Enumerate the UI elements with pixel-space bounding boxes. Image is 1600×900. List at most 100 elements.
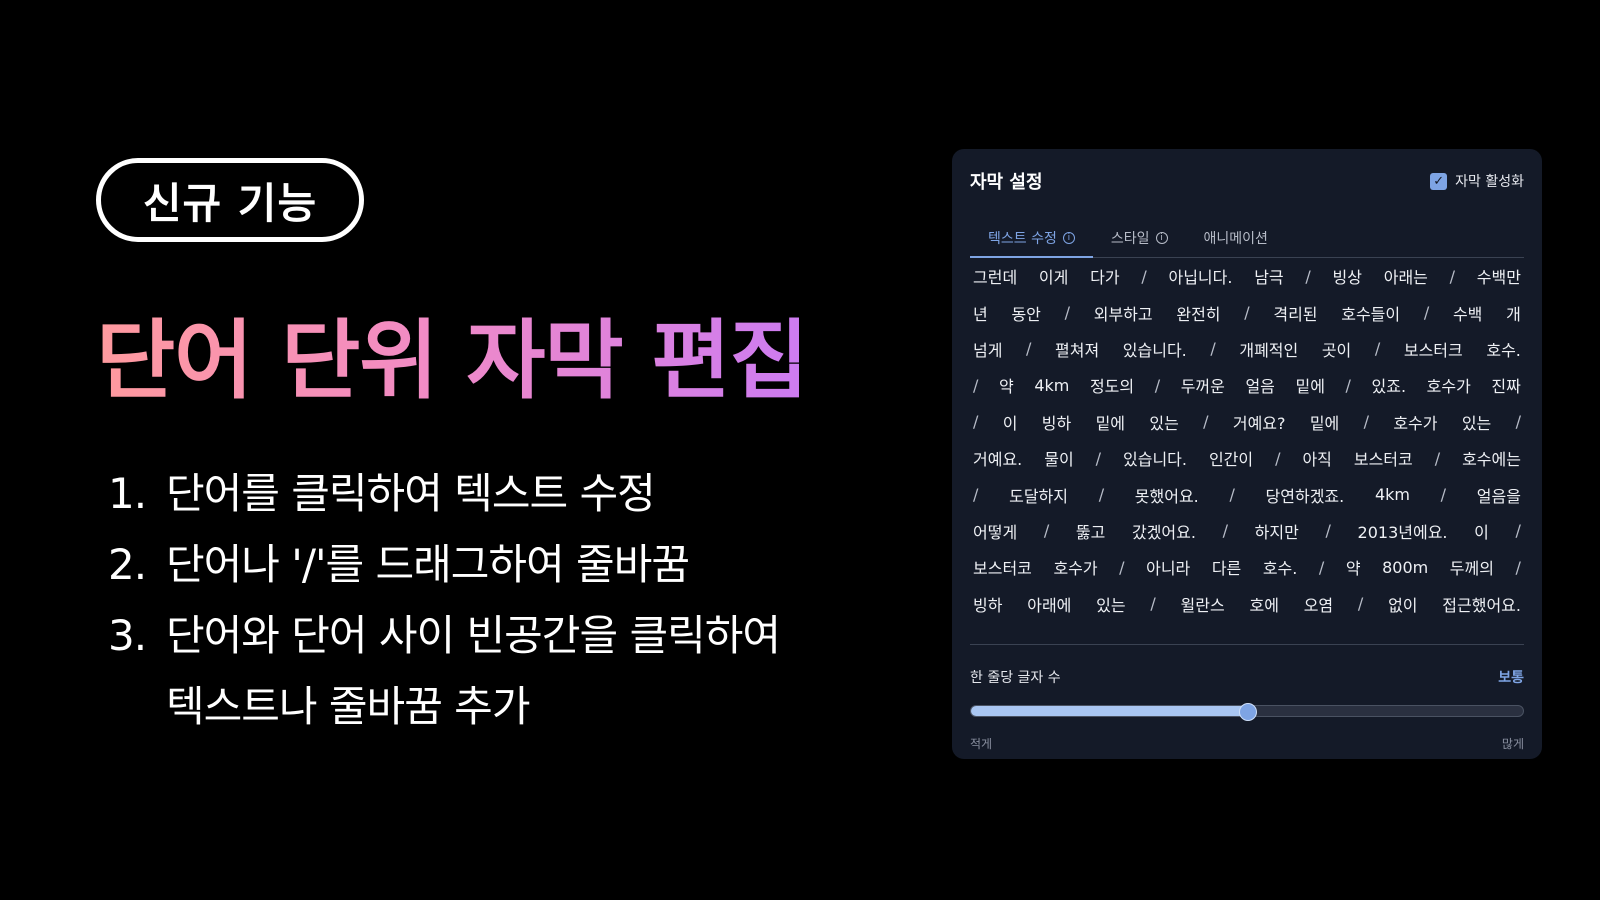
subtitle-word[interactable]: 있습니다. <box>1123 337 1187 361</box>
subtitle-word[interactable]: 아직 <box>1302 446 1331 470</box>
line-break-marker[interactable]: / <box>1305 267 1310 286</box>
info-icon[interactable]: i <box>1062 232 1075 244</box>
line-break-marker[interactable]: / <box>1244 303 1249 322</box>
subtitle-word[interactable]: 호수가 <box>1053 555 1097 579</box>
subtitle-word[interactable]: 못했어요. <box>1135 483 1199 507</box>
subtitle-word[interactable]: 외부하고 <box>1094 301 1153 325</box>
subtitle-word[interactable]: 수백만 <box>1477 264 1521 288</box>
line-break-marker[interactable]: / <box>1044 521 1049 540</box>
slider-thumb[interactable] <box>1239 703 1257 721</box>
subtitle-word[interactable]: 두꺼운 <box>1181 373 1225 397</box>
subtitle-word[interactable]: 다가 <box>1090 264 1119 288</box>
subtitle-word[interactable]: 호수. <box>1486 337 1521 361</box>
subtitle-word[interactable]: 접근했어요. <box>1442 592 1521 616</box>
line-break-marker[interactable]: / <box>1424 303 1429 322</box>
line-break-marker[interactable]: / <box>1223 521 1228 540</box>
subtitle-word[interactable]: 아니라 <box>1146 555 1190 579</box>
subtitle-word[interactable]: 진짜 <box>1491 373 1520 397</box>
line-break-marker[interactable]: / <box>1325 521 1330 540</box>
subtitle-word[interactable]: 하지만 <box>1255 519 1299 543</box>
subtitle-word[interactable]: 그런데 <box>973 264 1017 288</box>
subtitle-enable-toggle[interactable]: ✓ 자막 활성화 <box>1430 171 1524 191</box>
subtitle-word[interactable]: 호수. <box>1263 555 1298 579</box>
subtitle-word[interactable]: 이 <box>1003 410 1018 434</box>
subtitle-word[interactable]: 갔겠어요. <box>1132 519 1196 543</box>
subtitle-word[interactable]: 밑에 <box>1296 373 1325 397</box>
line-break-marker[interactable]: / <box>1065 303 1070 322</box>
subtitle-word[interactable]: 호수가 <box>1393 410 1437 434</box>
subtitle-word[interactable]: 밑에 <box>1310 410 1339 434</box>
subtitle-line[interactable]: / 약 4km 정도의 / 두꺼운 얼음 밑에 / 있죠. 호수가 진짜 <box>970 367 1524 403</box>
subtitle-word[interactable]: 밑에 <box>1096 410 1125 434</box>
subtitle-word[interactable]: 도달하지 <box>1009 483 1068 507</box>
subtitle-line[interactable]: 거예요. 물이 / 있습니다. 인간이 / 아직 보스터코 / 호수에는 <box>970 440 1524 476</box>
subtitle-word[interactable]: 거예요. <box>973 446 1022 470</box>
line-break-marker[interactable]: / <box>1450 267 1455 286</box>
tab-text-edit[interactable]: 텍스트 수정 i <box>970 219 1093 258</box>
subtitle-word[interactable]: 보스터크 <box>1404 337 1463 361</box>
line-break-marker[interactable]: / <box>1096 449 1101 468</box>
subtitle-line[interactable]: / 도달하지 / 못했어요. / 당연하겠죠. 4km / 얼음을 <box>970 476 1524 512</box>
subtitle-word[interactable]: 격리된 <box>1273 301 1317 325</box>
subtitle-word[interactable]: 4km <box>1034 376 1069 395</box>
subtitle-word[interactable]: 약 <box>1346 555 1361 579</box>
subtitle-line[interactable]: 그런데 이게 다가 / 아닙니다. 남극 / 빙상 아래는 / 수백만 <box>970 258 1524 294</box>
line-break-marker[interactable]: / <box>1150 594 1155 613</box>
subtitle-word[interactable]: 정도의 <box>1090 373 1134 397</box>
subtitle-word[interactable]: 당연하겠죠. <box>1266 483 1345 507</box>
line-break-marker[interactable]: / <box>973 485 978 504</box>
subtitle-word[interactable]: 호에 <box>1249 592 1278 616</box>
info-icon[interactable]: i <box>1155 232 1168 244</box>
subtitle-line[interactable]: 보스터코 호수가 / 아니라 다른 호수. / 약 800m 두께의 / <box>970 549 1524 585</box>
subtitle-word[interactable]: 빙하 <box>973 592 1002 616</box>
tab-animation[interactable]: 애니메이션 <box>1186 219 1286 257</box>
line-break-marker[interactable]: / <box>1141 267 1146 286</box>
subtitle-word[interactable]: 어떻게 <box>973 519 1017 543</box>
checkbox-checked-icon[interactable]: ✓ <box>1430 172 1448 190</box>
line-break-marker[interactable]: / <box>973 376 978 395</box>
subtitle-word[interactable]: 완전히 <box>1176 301 1220 325</box>
chars-per-line-slider[interactable] <box>970 703 1524 721</box>
subtitle-word[interactable]: 년 <box>973 301 988 325</box>
subtitle-word[interactable]: 아래에 <box>1027 592 1071 616</box>
subtitle-word[interactable]: 얼음 <box>1245 373 1274 397</box>
subtitle-word[interactable]: 호수에는 <box>1462 446 1521 470</box>
tab-style[interactable]: 스타일 i <box>1093 219 1186 257</box>
subtitle-word[interactable]: 호수들이 <box>1341 301 1400 325</box>
subtitle-word[interactable]: 있는 <box>1096 592 1125 616</box>
subtitle-word[interactable]: 이게 <box>1039 264 1068 288</box>
subtitle-word[interactable]: 뚫고 <box>1076 519 1105 543</box>
subtitle-word[interactable]: 개폐적인 <box>1239 337 1298 361</box>
line-break-marker[interactable]: / <box>1026 339 1031 358</box>
subtitle-word[interactable]: 보스터코 <box>1354 446 1413 470</box>
subtitle-word[interactable]: 넘게 <box>973 337 1002 361</box>
subtitle-word[interactable]: 약 <box>999 373 1014 397</box>
subtitle-word[interactable]: 있죠. <box>1372 373 1407 397</box>
line-break-marker[interactable]: / <box>1435 449 1440 468</box>
line-break-marker[interactable]: / <box>1203 412 1208 431</box>
subtitle-word[interactable]: 아래는 <box>1384 264 1428 288</box>
subtitle-word[interactable]: 오염 <box>1304 592 1333 616</box>
line-break-marker[interactable]: / <box>1275 449 1280 468</box>
line-break-marker[interactable]: / <box>1155 376 1160 395</box>
subtitle-word[interactable]: 펼쳐져 <box>1055 337 1099 361</box>
subtitle-word[interactable]: 수백 <box>1453 301 1482 325</box>
subtitle-word[interactable]: 호수가 <box>1427 373 1471 397</box>
subtitle-line[interactable]: 넘게 / 펼쳐져 있습니다. / 개폐적인 곳이 / 보스터크 호수. <box>970 331 1524 367</box>
line-break-marker[interactable]: / <box>1516 412 1521 431</box>
line-break-marker[interactable]: / <box>973 412 978 431</box>
line-break-marker[interactable]: / <box>1375 339 1380 358</box>
line-break-marker[interactable]: / <box>1364 412 1369 431</box>
subtitle-word[interactable]: 있습니다. <box>1123 446 1187 470</box>
subtitle-word[interactable]: 800m <box>1382 558 1428 577</box>
line-break-marker[interactable]: / <box>1516 521 1521 540</box>
line-break-marker[interactable]: / <box>1319 558 1324 577</box>
subtitle-word[interactable]: 보스터코 <box>973 555 1032 579</box>
subtitle-word[interactable]: 남극 <box>1254 264 1283 288</box>
subtitle-line[interactable]: / 이 빙하 밑에 있는 / 거예요? 밑에 / 호수가 있는 / <box>970 404 1524 440</box>
subtitle-word[interactable]: 두께의 <box>1450 555 1494 579</box>
subtitle-word[interactable]: 개 <box>1506 301 1521 325</box>
subtitle-word[interactable]: 다른 <box>1212 555 1241 579</box>
line-break-marker[interactable]: / <box>1119 558 1124 577</box>
subtitle-line[interactable]: 빙하 아래에 있는 / 윌란스 호에 오염 / 없이 접근했어요. <box>970 586 1524 622</box>
